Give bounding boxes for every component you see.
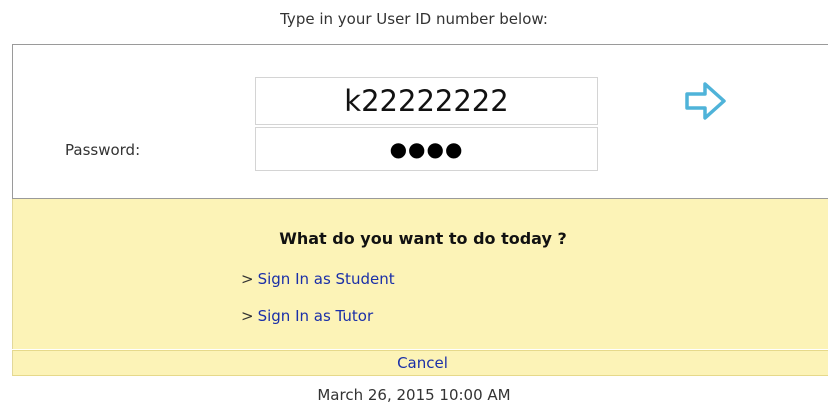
instructions-text: Type in your User ID number below: xyxy=(280,10,548,28)
password-input[interactable]: ●●●● xyxy=(255,127,598,171)
sign-in-student-link[interactable]: > Sign In as Student xyxy=(241,270,395,288)
login-box: Password: ●●●● xyxy=(12,44,828,199)
timestamp: March 26, 2015 10:00 AM xyxy=(317,386,511,404)
option-prefix: > xyxy=(241,307,254,325)
cancel-link[interactable]: Cancel xyxy=(397,354,448,372)
sign-in-tutor-link[interactable]: > Sign In as Tutor xyxy=(241,307,373,325)
option-prefix: > xyxy=(241,270,254,288)
user-id-input[interactable] xyxy=(255,77,598,125)
password-label: Password: xyxy=(65,141,141,159)
arrow-right-icon[interactable] xyxy=(681,79,731,123)
options-title: What do you want to do today ? xyxy=(279,229,567,248)
sign-in-tutor-label: Sign In as Tutor xyxy=(257,307,374,325)
password-mask: ●●●● xyxy=(389,137,464,161)
sign-in-student-label: Sign In as Student xyxy=(257,270,395,288)
login-page: Type in your User ID number below: Passw… xyxy=(0,0,828,411)
cancel-bar: Cancel xyxy=(12,350,828,376)
options-panel: What do you want to do today ? > Sign In … xyxy=(12,199,828,349)
